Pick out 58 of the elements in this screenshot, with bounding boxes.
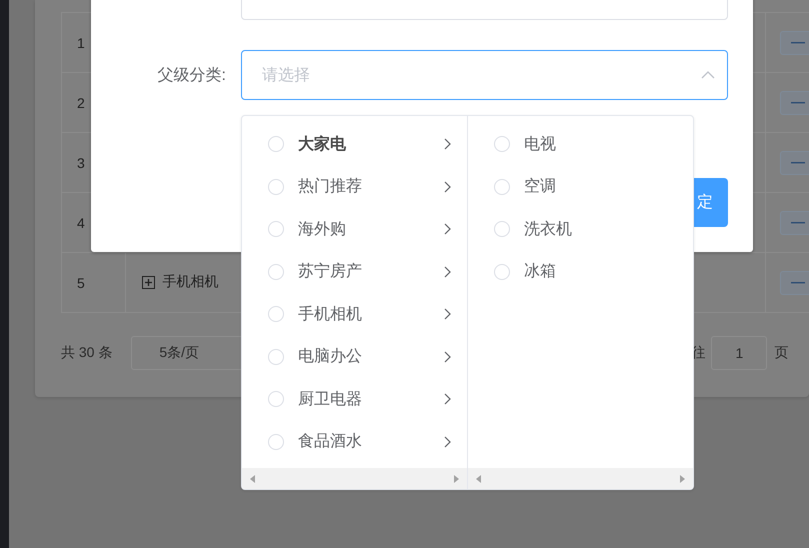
radio-button[interactable] (494, 136, 510, 152)
cascader-option[interactable]: 冰箱 (468, 250, 693, 293)
cascader-option[interactable]: 热门推荐 (242, 166, 467, 208)
cascader-option[interactable]: 食品酒水 (242, 420, 467, 463)
scrollbar[interactable] (242, 468, 467, 489)
radio-button[interactable] (268, 136, 284, 152)
field-label: 父级分类: (156, 66, 226, 86)
option-label: 热门推荐 (298, 176, 363, 198)
option-label: 食品酒水 (298, 432, 363, 452)
option-label: 冰箱 (524, 262, 557, 282)
option-label: 海外购 (298, 220, 347, 240)
total-count: 共 30 条 (61, 344, 112, 362)
option-label: 电脑办公 (298, 346, 363, 368)
row-button[interactable] (780, 90, 809, 114)
category-name: 手机相机 (162, 273, 219, 292)
page-input[interactable]: 1 (711, 336, 768, 370)
index-cell: 5 (62, 252, 126, 312)
option-label: 手机相机 (298, 304, 363, 325)
radio-button[interactable] (268, 391, 284, 408)
dash-icon (791, 222, 805, 224)
dash-icon (791, 162, 805, 164)
scroll-left-icon[interactable] (250, 474, 255, 482)
radio-button[interactable] (494, 221, 510, 238)
radio-button[interactable] (268, 221, 284, 238)
option-label: 大家电 (298, 134, 347, 155)
cascader-option[interactable]: 大家电 (242, 123, 467, 166)
chevron-icon (701, 71, 715, 79)
dash-icon (791, 282, 805, 284)
scroll-left-icon[interactable] (476, 474, 481, 482)
option-label: 厨卫电器 (298, 390, 363, 410)
radio-button[interactable] (494, 178, 510, 195)
radio-button[interactable] (268, 306, 284, 322)
radio-button[interactable] (268, 348, 284, 365)
row-button[interactable] (780, 210, 809, 234)
dash-icon (791, 102, 805, 104)
option-label: 空调 (524, 176, 557, 198)
scroll-right-icon[interactable] (454, 474, 459, 482)
scroll-right-icon[interactable] (680, 474, 685, 482)
dash-icon (791, 42, 805, 44)
radio-button[interactable] (494, 264, 510, 280)
cascader-option[interactable]: 电视 (468, 123, 693, 166)
option-label: 电视 (524, 134, 557, 155)
scrollbar[interactable] (468, 468, 693, 489)
option-label: 洗衣机 (524, 220, 573, 240)
page-suffix: 页 (774, 344, 788, 362)
cascader-option[interactable]: 苏宁房产 (242, 250, 467, 293)
radio-button[interactable] (268, 434, 284, 450)
row-button[interactable] (780, 150, 809, 174)
cascader-option[interactable]: 手机相机 (242, 293, 467, 336)
option-label: 苏宁房产 (298, 262, 363, 282)
radio-button[interactable] (268, 178, 284, 195)
placeholder: 请选择 (262, 66, 310, 86)
row-button[interactable] (780, 270, 809, 294)
radio-button[interactable] (268, 264, 284, 280)
cascader-option[interactable]: 厨卫电器 (242, 378, 467, 420)
expand-icon[interactable] (142, 276, 155, 289)
row-button[interactable] (780, 30, 809, 54)
cascader-option[interactable]: 海外购 (242, 208, 467, 250)
